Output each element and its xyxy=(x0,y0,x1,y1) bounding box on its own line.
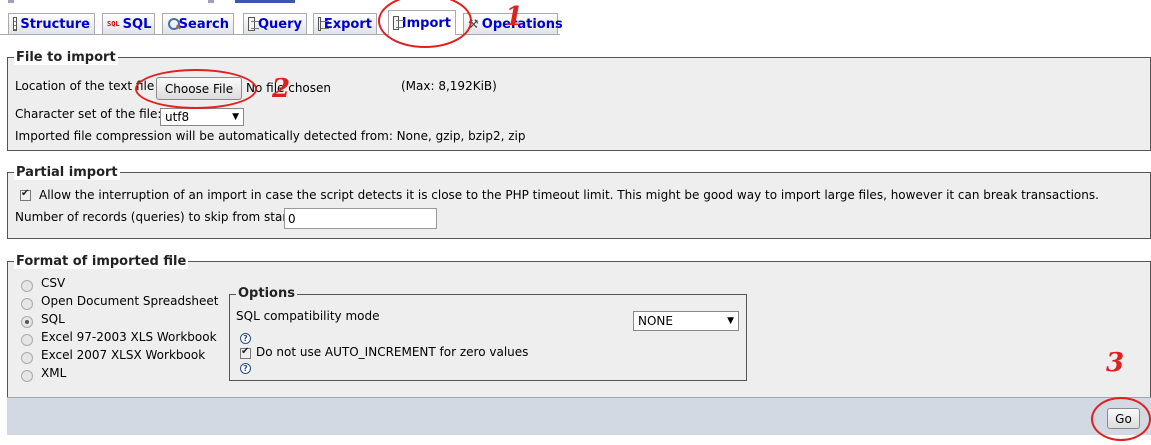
file-to-import-legend: File to import xyxy=(14,50,118,65)
tab-label: Query xyxy=(257,16,302,32)
partial-import-legend: Partial import xyxy=(14,165,120,180)
export-icon xyxy=(318,17,329,31)
options-legend: Options xyxy=(236,286,297,301)
radio-xml[interactable] xyxy=(21,370,33,382)
tab-sql[interactable]: SQL SQL xyxy=(102,13,155,34)
radio-csv[interactable] xyxy=(21,280,33,292)
allow-interrupt-checkbox[interactable] xyxy=(20,188,31,201)
sql-icon: SQL xyxy=(107,20,120,28)
search-icon xyxy=(167,17,180,31)
max-size-text: (Max: 8,192KiB) xyxy=(401,79,497,93)
compression-note: Imported file compression will be automa… xyxy=(15,129,526,143)
radio-ods[interactable] xyxy=(21,298,33,310)
radio-sql[interactable] xyxy=(21,316,33,328)
format-option-label: Excel 97-2003 XLS Workbook xyxy=(41,330,217,344)
format-option-label: Excel 2007 XLSX Workbook xyxy=(41,348,206,362)
annotation-circle-choose-file xyxy=(135,69,257,109)
format-option-label: XML xyxy=(41,366,67,380)
auto-increment-label: Do not use AUTO_INCREMENT for zero value… xyxy=(256,345,529,359)
tab-export[interactable]: Export xyxy=(313,13,377,34)
breadcrumb-fragment xyxy=(0,0,1151,5)
tab-query[interactable]: Query xyxy=(243,13,307,34)
sql-compat-value: NONE xyxy=(638,314,673,328)
annotation-number: 2 xyxy=(272,74,291,104)
help-icon[interactable]: ? xyxy=(240,333,251,344)
allow-interrupt-label: Allow the interruption of an import in c… xyxy=(39,188,1099,202)
radio-xlsx[interactable] xyxy=(21,352,33,364)
skip-label: Number of records (queries) to skip from… xyxy=(15,210,293,224)
format-fieldset: Format of imported file CSV Open Documen… xyxy=(7,254,1151,398)
charset-label: Character set of the file: xyxy=(15,107,162,121)
footer-bar: Go xyxy=(7,397,1151,435)
annotation-circle-import xyxy=(378,0,472,48)
tab-label: Search xyxy=(178,16,229,32)
format-option-label: SQL xyxy=(41,312,65,326)
tab-label: Structure xyxy=(20,16,90,32)
annotation-circle-go xyxy=(1091,397,1151,441)
options-fieldset: Options SQL compatibility mode NONE ▼ ? … xyxy=(229,286,747,381)
tab-structure[interactable]: Structure xyxy=(8,13,95,34)
location-label: Location of the text file xyxy=(15,79,155,93)
tab-label: Export xyxy=(323,16,372,32)
radio-xls[interactable] xyxy=(21,334,33,346)
tab-search[interactable]: Search xyxy=(162,13,234,34)
annotation-number: 1 xyxy=(505,2,524,32)
annotation-number: 3 xyxy=(1106,348,1125,378)
sql-compat-select[interactable]: NONE ▼ xyxy=(633,311,739,331)
format-option-label: CSV xyxy=(41,276,66,290)
format-legend: Format of imported file xyxy=(14,254,189,269)
structure-icon xyxy=(13,17,18,31)
format-option-label: Open Document Spreadsheet xyxy=(41,294,219,308)
auto-increment-checkbox[interactable] xyxy=(240,346,251,359)
chevron-down-icon: ▼ xyxy=(727,316,734,326)
tab-label: SQL xyxy=(122,16,152,32)
help-icon[interactable]: ? xyxy=(240,363,251,374)
partial-import-fieldset: Partial import Allow the interruption of… xyxy=(7,165,1151,239)
query-icon xyxy=(248,17,259,31)
chevron-down-icon: ▼ xyxy=(232,112,239,122)
tab-bar: Structure SQL SQL Search Query Export Im… xyxy=(0,10,1151,36)
skip-records-input[interactable]: 0 xyxy=(284,208,437,229)
charset-value: utf8 xyxy=(165,110,190,124)
sql-compat-label: SQL compatibility mode xyxy=(236,309,380,323)
charset-select[interactable]: utf8 ▼ xyxy=(160,108,244,126)
